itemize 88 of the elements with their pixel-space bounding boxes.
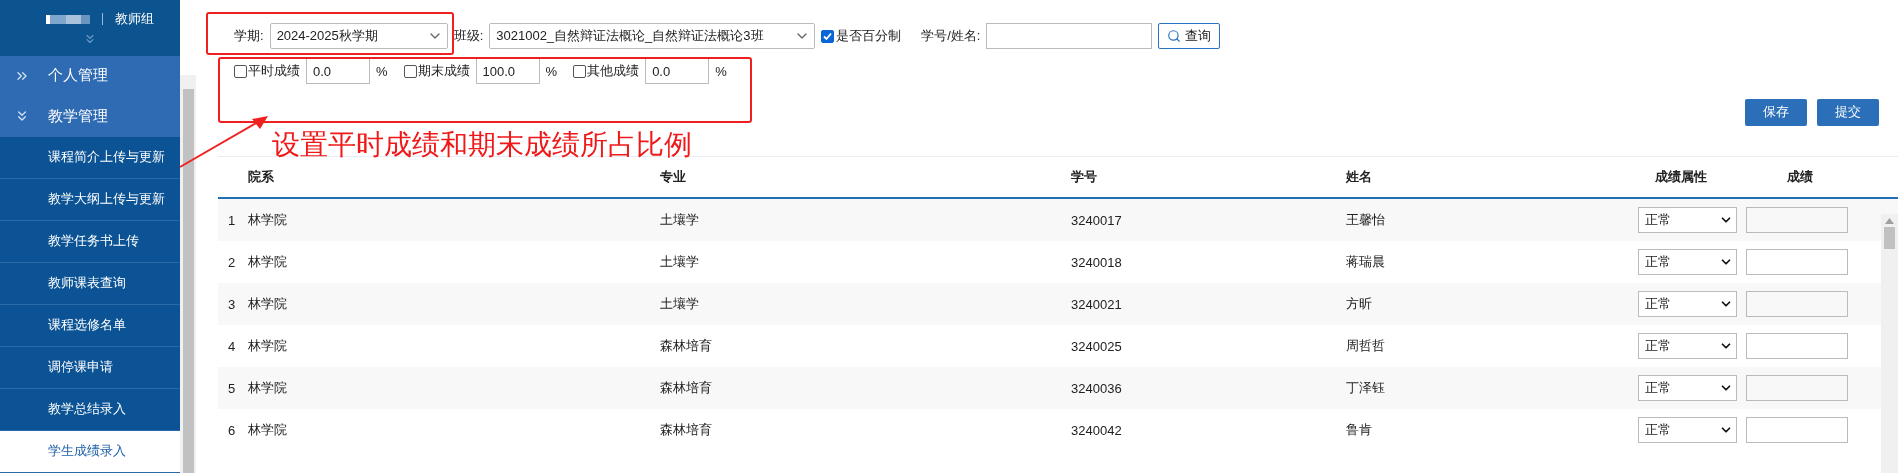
weight-field[interactable]: 0.0: [645, 58, 710, 84]
table-cell-text: 鲁肯: [1346, 421, 1373, 439]
attribute-select[interactable]: 正常: [1638, 249, 1737, 275]
table-cell-text: 土壤学: [660, 211, 700, 229]
sidebar-menu[interactable]: 教学管理: [0, 95, 180, 137]
attribute-select[interactable]: 正常: [1638, 291, 1737, 317]
table-cell-text: 3240025: [1071, 338, 1123, 354]
sidebar-menu[interactable]: 个人管理: [0, 56, 180, 96]
scroll-up-icon[interactable]: [1885, 218, 1894, 224]
table-cell-text: 6: [227, 422, 237, 438]
percent-label: 是否百分制: [836, 27, 902, 45]
sidebar-item[interactable]: 教学任务书上传: [0, 221, 180, 263]
table-cell-text: 林学院: [248, 211, 288, 229]
attribute-select[interactable]: 正常: [1638, 207, 1737, 233]
table-cell-text: 丁泽钰: [1346, 379, 1386, 397]
table-cell-text: 3240021: [1071, 296, 1123, 312]
table-cell-text: 3: [227, 296, 237, 312]
grade-field[interactable]: [1746, 375, 1848, 401]
sidebar-item[interactable]: 课程简介上传与更新: [0, 137, 180, 179]
percent-checkbox[interactable]: [821, 29, 835, 43]
grade-field[interactable]: [1746, 291, 1848, 317]
grade-field[interactable]: [1746, 333, 1848, 359]
table-cell-text: 方昕: [1346, 295, 1373, 313]
table-cell-text: 3240017: [1071, 212, 1123, 228]
sidebar-item[interactable]: 教师课表查询: [0, 263, 180, 305]
blurred-name: [46, 14, 90, 24]
table-cell-text: 4: [227, 338, 237, 354]
query-button[interactable]: 查询: [1158, 23, 1221, 49]
grade-field[interactable]: [1746, 417, 1848, 443]
weight-label: 期末成绩: [417, 62, 470, 80]
percent-sign: %: [376, 63, 388, 79]
table-cell-text: 森林培育: [660, 379, 713, 397]
table-cell-text: 土壤学: [660, 253, 700, 271]
grade-field[interactable]: [1746, 207, 1848, 233]
table-cell-text: 周哲哲: [1346, 337, 1386, 355]
attribute-select[interactable]: 正常: [1638, 333, 1737, 359]
table-cell-text: 3240036: [1071, 380, 1123, 396]
weight-checkbox[interactable]: [573, 64, 587, 78]
percent-sign: %: [545, 63, 558, 79]
table-cell-text: 森林培育: [660, 337, 713, 355]
sidebar-item[interactable]: 教学总结录入: [0, 389, 180, 431]
weight-field[interactable]: 0.0: [306, 58, 370, 84]
sidebar-item[interactable]: 教学大纲上传与更新: [0, 179, 180, 221]
scrollbar[interactable]: [180, 75, 196, 473]
search-field[interactable]: [986, 23, 1153, 49]
table-cell-text: 林学院: [248, 337, 288, 355]
annotation-text: 设置平时成绩和期末成绩所占比例: [272, 128, 692, 162]
table-cell-text: 林学院: [248, 421, 288, 439]
table-cell-text: 土壤学: [660, 295, 700, 313]
table-cell-text: 蒋瑞晨: [1346, 253, 1386, 271]
class-label: 班级:: [453, 27, 484, 45]
table-cell-text: 林学院: [248, 253, 288, 271]
table-cell-text: 林学院: [248, 379, 288, 397]
weight-field[interactable]: 100.0: [475, 58, 540, 84]
attribute-select[interactable]: 正常: [1638, 375, 1737, 401]
column-header: 姓名: [1346, 168, 1373, 186]
scroll-thumb[interactable]: [1884, 227, 1895, 249]
sidebar-item[interactable]: 调停课申请: [0, 347, 180, 389]
table-cell-text: 2: [227, 254, 237, 270]
search-label: 学号/姓名:: [921, 27, 981, 45]
save-button[interactable]: 保存: [1745, 98, 1807, 126]
class-select[interactable]: 3021002_自然辩证法概论_自然辩证法概论3班: [489, 23, 816, 49]
weight-checkbox[interactable]: [403, 64, 417, 78]
table-cell-text: 王馨怡: [1346, 211, 1386, 229]
submit-button[interactable]: 提交: [1817, 98, 1879, 126]
column-header: 院系: [248, 168, 275, 186]
table-cell-text: 5: [227, 380, 237, 396]
grade-field[interactable]: [1746, 249, 1848, 275]
table-cell-text: 森林培育: [660, 421, 713, 439]
weight-label: 其他成绩: [587, 62, 640, 80]
table-cell-text: 林学院: [248, 295, 288, 313]
weight-label: 平时成绩: [248, 62, 300, 80]
term-label: 学期:: [234, 27, 264, 45]
column-header: 成绩属性: [1654, 168, 1708, 186]
attribute-select[interactable]: 正常: [1638, 417, 1737, 443]
column-header: 成绩: [1786, 168, 1814, 186]
table-cell-text: 1: [227, 212, 237, 228]
weight-checkbox[interactable]: [234, 64, 247, 78]
search-icon: [1167, 29, 1182, 43]
table-cell-text: 3240042: [1071, 422, 1123, 438]
column-header: 专业: [660, 168, 687, 186]
percent-sign: %: [715, 63, 727, 79]
table-cell-text: 3240018: [1071, 254, 1123, 270]
term-select[interactable]: 2024-2025秋学期: [269, 23, 448, 49]
group-label: 教师组: [115, 10, 154, 29]
sidebar-item[interactable]: 课程选修名单: [0, 305, 180, 347]
column-header: 学号: [1071, 168, 1098, 186]
scrollbar[interactable]: [1881, 214, 1898, 473]
